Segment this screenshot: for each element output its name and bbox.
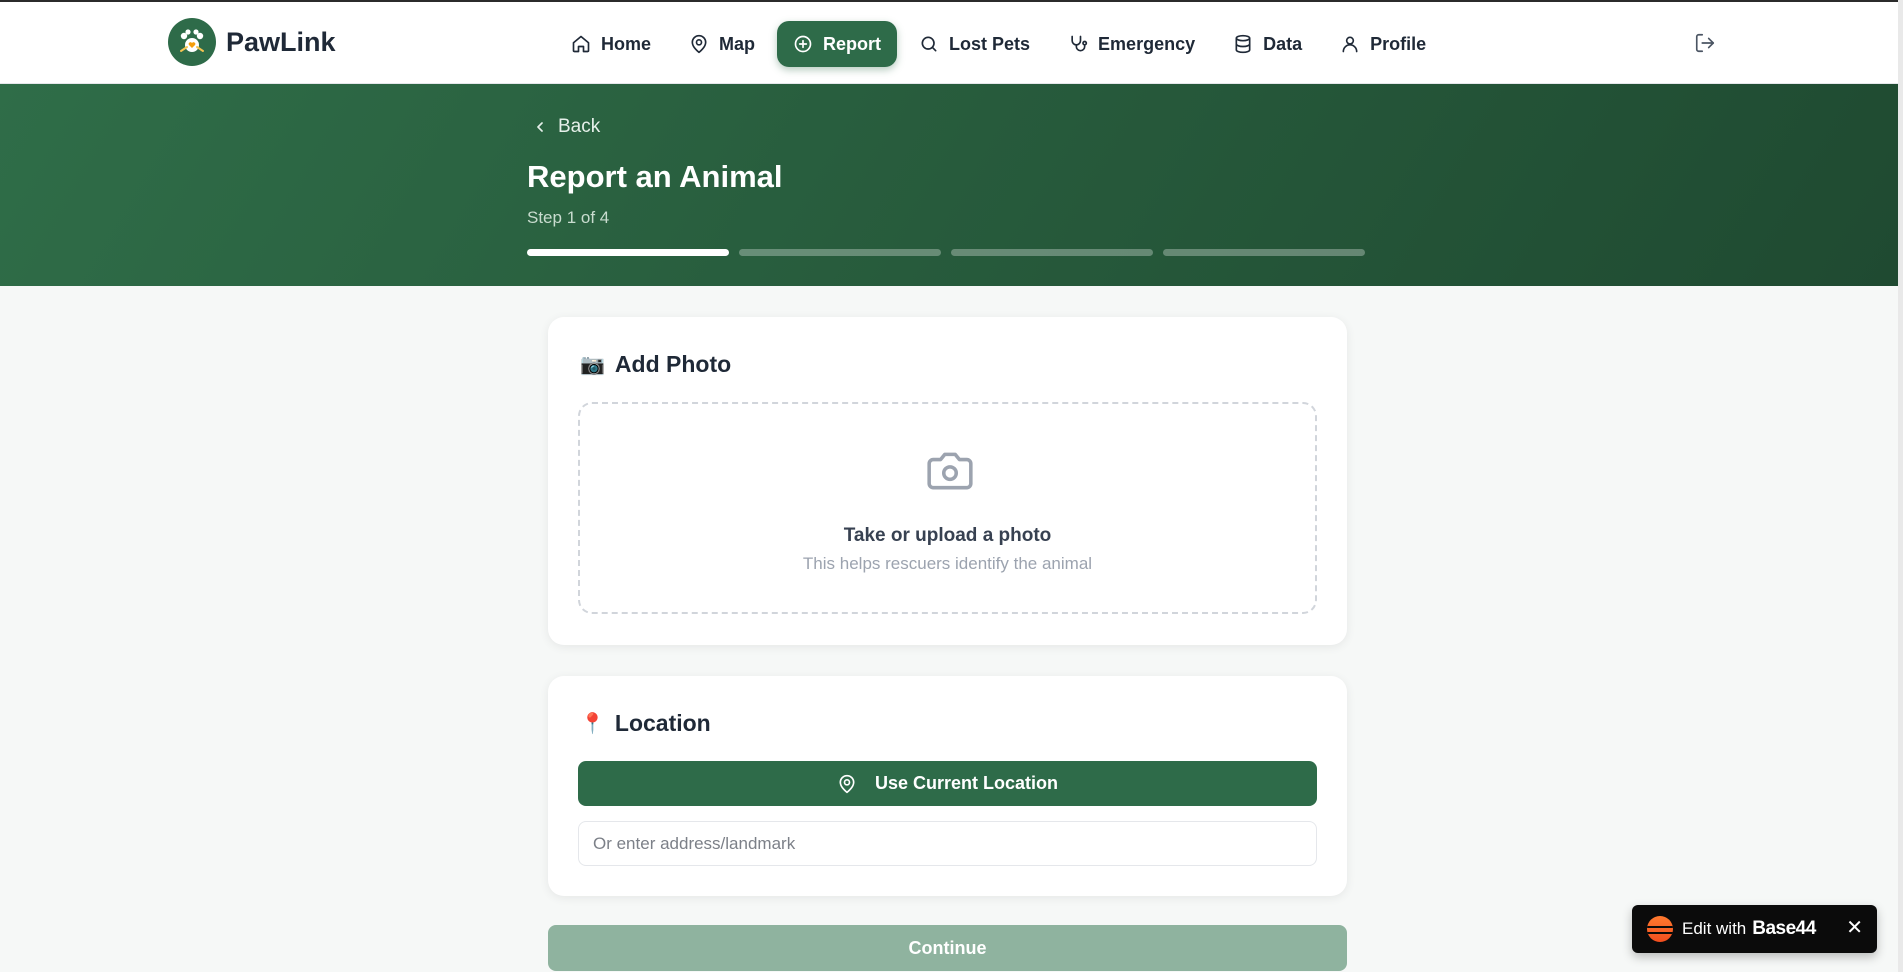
nav-item-data[interactable]: Data [1217, 21, 1318, 67]
location-card: 📍 Location Use Current Location [548, 676, 1347, 896]
nav-item-profile[interactable]: Profile [1324, 21, 1442, 67]
page-title: Report an Animal [527, 159, 783, 194]
page-header-banner: Back Report an Animal Step 1 of 4 [0, 84, 1898, 286]
nav-label-home: Home [601, 33, 652, 54]
progress-segment [739, 249, 941, 256]
close-icon[interactable]: ✕ [1846, 918, 1863, 938]
paw-logo-icon [168, 18, 216, 66]
nav-item-report[interactable]: Report [777, 21, 898, 67]
use-current-location-label: Use Current Location [874, 773, 1059, 793]
pin-emoji-icon: 📍 [580, 713, 605, 735]
camera-icon [927, 452, 973, 490]
upload-title: Take or upload a photo [843, 525, 1052, 546]
map-pin-icon [839, 774, 855, 793]
camera-emoji-icon: 📷 [580, 354, 605, 376]
progress-segment [527, 249, 729, 256]
address-input[interactable] [578, 821, 1317, 866]
database-icon [1235, 34, 1251, 54]
progress-segment [1163, 249, 1365, 256]
add-photo-card: 📷 Add Photo Take or upload a photo This … [548, 317, 1347, 645]
badge-text: Edit with [1682, 919, 1747, 938]
stethoscope-icon [1071, 35, 1088, 52]
progress-segment [951, 249, 1153, 256]
main-nav: Home Map Report Lost Pets Emergency Data [555, 21, 1442, 67]
base44-logo-icon [1647, 916, 1673, 942]
nav-item-lost-pets[interactable]: Lost Pets [903, 21, 1046, 67]
chevron-left-icon [537, 122, 543, 132]
user-icon [1342, 36, 1358, 53]
search-icon [921, 36, 937, 52]
edit-with-base44-badge[interactable]: Edit with Base44 ✕ [1632, 905, 1877, 953]
home-icon [572, 35, 590, 53]
logout-icon[interactable] [1694, 32, 1716, 54]
nav-item-emergency[interactable]: Emergency [1052, 21, 1211, 67]
nav-label-emergency: Emergency [1098, 33, 1196, 54]
add-photo-title: Add Photo [614, 351, 732, 377]
nav-label-lost-pets: Lost Pets [949, 33, 1031, 54]
nav-label-profile: Profile [1370, 33, 1427, 54]
nav-label-map: Map [719, 33, 756, 54]
nav-label-report: Report [823, 33, 882, 54]
nav-item-map[interactable]: Map [673, 21, 771, 67]
step-progress-bar [527, 249, 1365, 256]
use-current-location-button[interactable]: Use Current Location [578, 761, 1317, 806]
photo-upload-dropzone[interactable]: Take or upload a photo This helps rescue… [578, 402, 1317, 614]
continue-label: Continue [908, 937, 987, 958]
continue-button[interactable]: Continue [548, 925, 1347, 971]
nav-item-home[interactable]: Home [555, 21, 667, 67]
top-navigation-bar: PawLink Home Map Report Lost Pets Emerge… [0, 2, 1898, 84]
brand-name: PawLink [226, 26, 336, 57]
location-title: Location [614, 710, 711, 736]
map-pin-icon [691, 34, 707, 54]
back-label: Back [558, 116, 601, 137]
badge-brand: Base44 [1752, 918, 1816, 939]
back-button[interactable]: Back [532, 116, 600, 138]
upload-subtitle: This helps rescuers identify the animal [802, 554, 1093, 573]
nav-label-data: Data [1263, 33, 1303, 54]
brand[interactable]: PawLink [168, 18, 336, 66]
location-header: 📍 Location [580, 710, 711, 737]
scrollbar[interactable] [1898, 0, 1903, 972]
app-viewport: PawLink Home Map Report Lost Pets Emerge… [0, 0, 1898, 972]
add-photo-header: 📷 Add Photo [580, 351, 731, 378]
step-indicator-text: Step 1 of 4 [527, 208, 610, 227]
plus-circle-icon [794, 35, 812, 53]
